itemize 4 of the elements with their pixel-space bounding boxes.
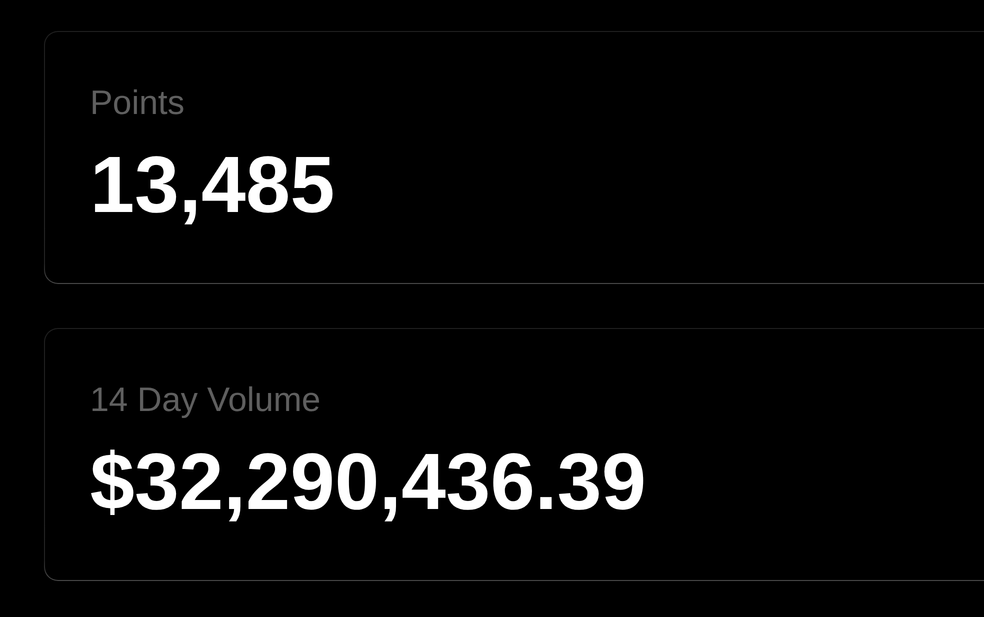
stat-value: 13,485: [90, 138, 336, 231]
stat-label: 14 Day Volume: [90, 380, 322, 421]
stat-value: $32,290,436.39: [90, 436, 648, 528]
stat-label: Points: [90, 83, 186, 124]
